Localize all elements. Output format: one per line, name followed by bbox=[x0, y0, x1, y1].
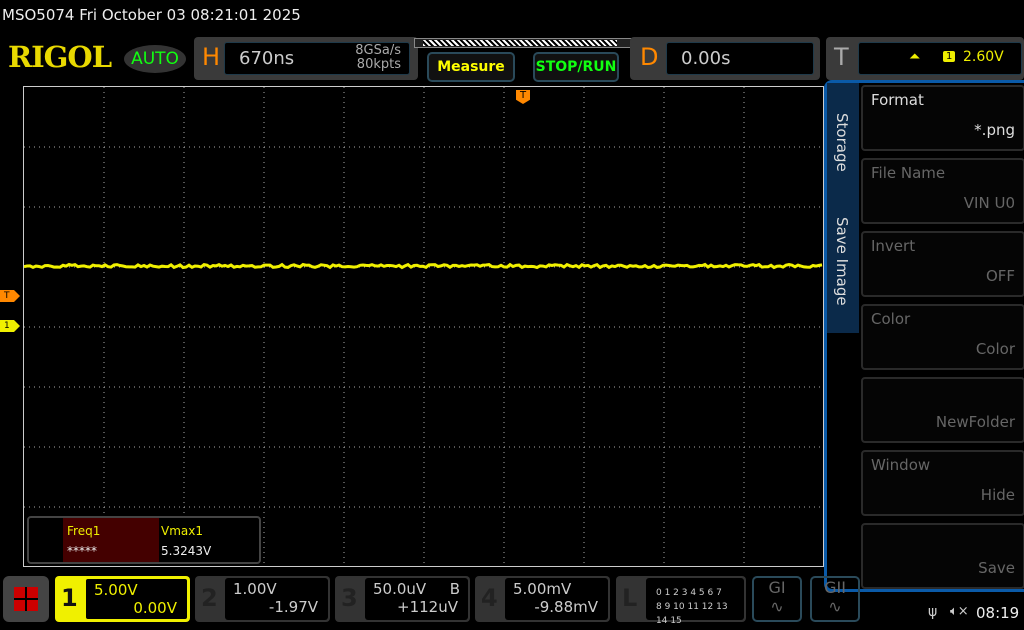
trigger-level-marker[interactable]: T bbox=[0, 290, 20, 302]
measure-label: Freq1 bbox=[67, 524, 100, 538]
clock: 08:19 bbox=[976, 604, 1019, 622]
logic-panel[interactable]: L 0 1 2 3 4 5 6 78 9 10 11 12 13 14 15 bbox=[616, 576, 746, 622]
menu-save[interactable]: Save bbox=[861, 523, 1024, 589]
tab-storage[interactable]: Storage bbox=[833, 113, 851, 172]
generator-1-button[interactable]: GI ∿ bbox=[752, 576, 802, 622]
ch4-panel[interactable]: 4 5.00mV -9.88mV bbox=[475, 576, 610, 622]
grid-icon bbox=[14, 587, 38, 611]
ch3-bandwidth-limit: B bbox=[450, 580, 460, 598]
ch4-offset: -9.88mV bbox=[534, 598, 598, 616]
trigger-level: 2.60V bbox=[963, 49, 1004, 65]
delay-panel[interactable]: D 0.00s bbox=[630, 37, 820, 80]
measure-label: Vmax1 bbox=[161, 524, 203, 538]
sine-icon: ∿ bbox=[812, 597, 858, 616]
menu-new-folder[interactable]: NewFolder bbox=[861, 377, 1024, 443]
measurement-panel: Freq1 ***** Vmax1 5.3243V bbox=[27, 516, 261, 564]
sine-icon: ∿ bbox=[754, 597, 800, 616]
delay-value: 0.00s bbox=[681, 48, 730, 69]
menu-format[interactable]: Format *.png bbox=[861, 85, 1024, 151]
ch1-offset: 0.00V bbox=[133, 599, 177, 617]
timebase-value: 670ns bbox=[239, 48, 294, 69]
trigger-source: 1 bbox=[943, 51, 955, 62]
stop-run-button[interactable]: STOP/RUN bbox=[533, 52, 619, 82]
rigol-logo: RIGOL bbox=[8, 40, 111, 74]
auto-button[interactable]: AUTO bbox=[124, 45, 186, 73]
generator-2-button[interactable]: GII ∿ bbox=[810, 576, 860, 622]
waveform-grid[interactable] bbox=[23, 86, 824, 567]
ch3-scale: 50.0uV bbox=[373, 580, 426, 598]
horizontal-panel[interactable]: H 670ns 8GSa/s 80kpts bbox=[194, 37, 418, 80]
apps-button[interactable] bbox=[3, 576, 49, 622]
ch2-scale: 1.00V bbox=[233, 580, 277, 598]
measure-value: 5.3243V bbox=[161, 544, 211, 558]
ch3-offset: +112uV bbox=[397, 598, 458, 616]
ch3-panel[interactable]: 3 50.0uV B +112uV bbox=[335, 576, 470, 622]
tab-save-image[interactable]: Save Image bbox=[833, 217, 851, 306]
window-title: MSO5074 Fri October 03 08:21:01 2025 bbox=[2, 6, 301, 24]
logic-channels-0-7: 0 1 2 3 4 5 6 7 bbox=[656, 586, 740, 600]
ch1-scale: 5.00V bbox=[94, 581, 138, 599]
side-menu: Storage Save Image Format *.png File Name… bbox=[824, 80, 1024, 592]
trigger-panel[interactable]: T ⏶ 1 2.60V A bbox=[826, 37, 1024, 80]
measure-value: ***** bbox=[67, 544, 97, 558]
trigger-label: T bbox=[834, 43, 849, 71]
menu-invert[interactable]: Invert OFF bbox=[861, 231, 1024, 297]
memory-depth: 80kpts bbox=[355, 58, 401, 72]
ch2-panel[interactable]: 2 1.00V -1.97V bbox=[195, 576, 330, 622]
logic-channels-8-15: 8 9 10 11 12 13 14 15 bbox=[656, 600, 740, 628]
sample-rate: 8GSa/s bbox=[355, 44, 401, 58]
mute-icon[interactable]: 🔈︎× bbox=[950, 604, 969, 619]
delay-label: D bbox=[640, 43, 658, 71]
ch2-offset: -1.97V bbox=[269, 598, 318, 616]
horizontal-label: H bbox=[202, 43, 220, 71]
menu-file-name[interactable]: File Name VIN U0 bbox=[861, 158, 1024, 224]
usb-icon: ψ bbox=[928, 604, 937, 620]
menu-color[interactable]: Color Color bbox=[861, 304, 1024, 370]
memory-overview bbox=[414, 38, 634, 48]
ch1-trace bbox=[24, 265, 822, 268]
menu-window[interactable]: Window Hide bbox=[861, 450, 1024, 516]
graticule bbox=[24, 87, 823, 566]
ch1-panel[interactable]: 1 5.00V 0.00V bbox=[55, 576, 190, 622]
rising-edge-icon: ⏶ bbox=[909, 49, 920, 65]
measure-button[interactable]: Measure bbox=[427, 52, 515, 82]
ch1-offset-marker[interactable]: 1 bbox=[0, 320, 20, 332]
memory-window bbox=[423, 40, 617, 46]
ch4-scale: 5.00mV bbox=[513, 580, 571, 598]
